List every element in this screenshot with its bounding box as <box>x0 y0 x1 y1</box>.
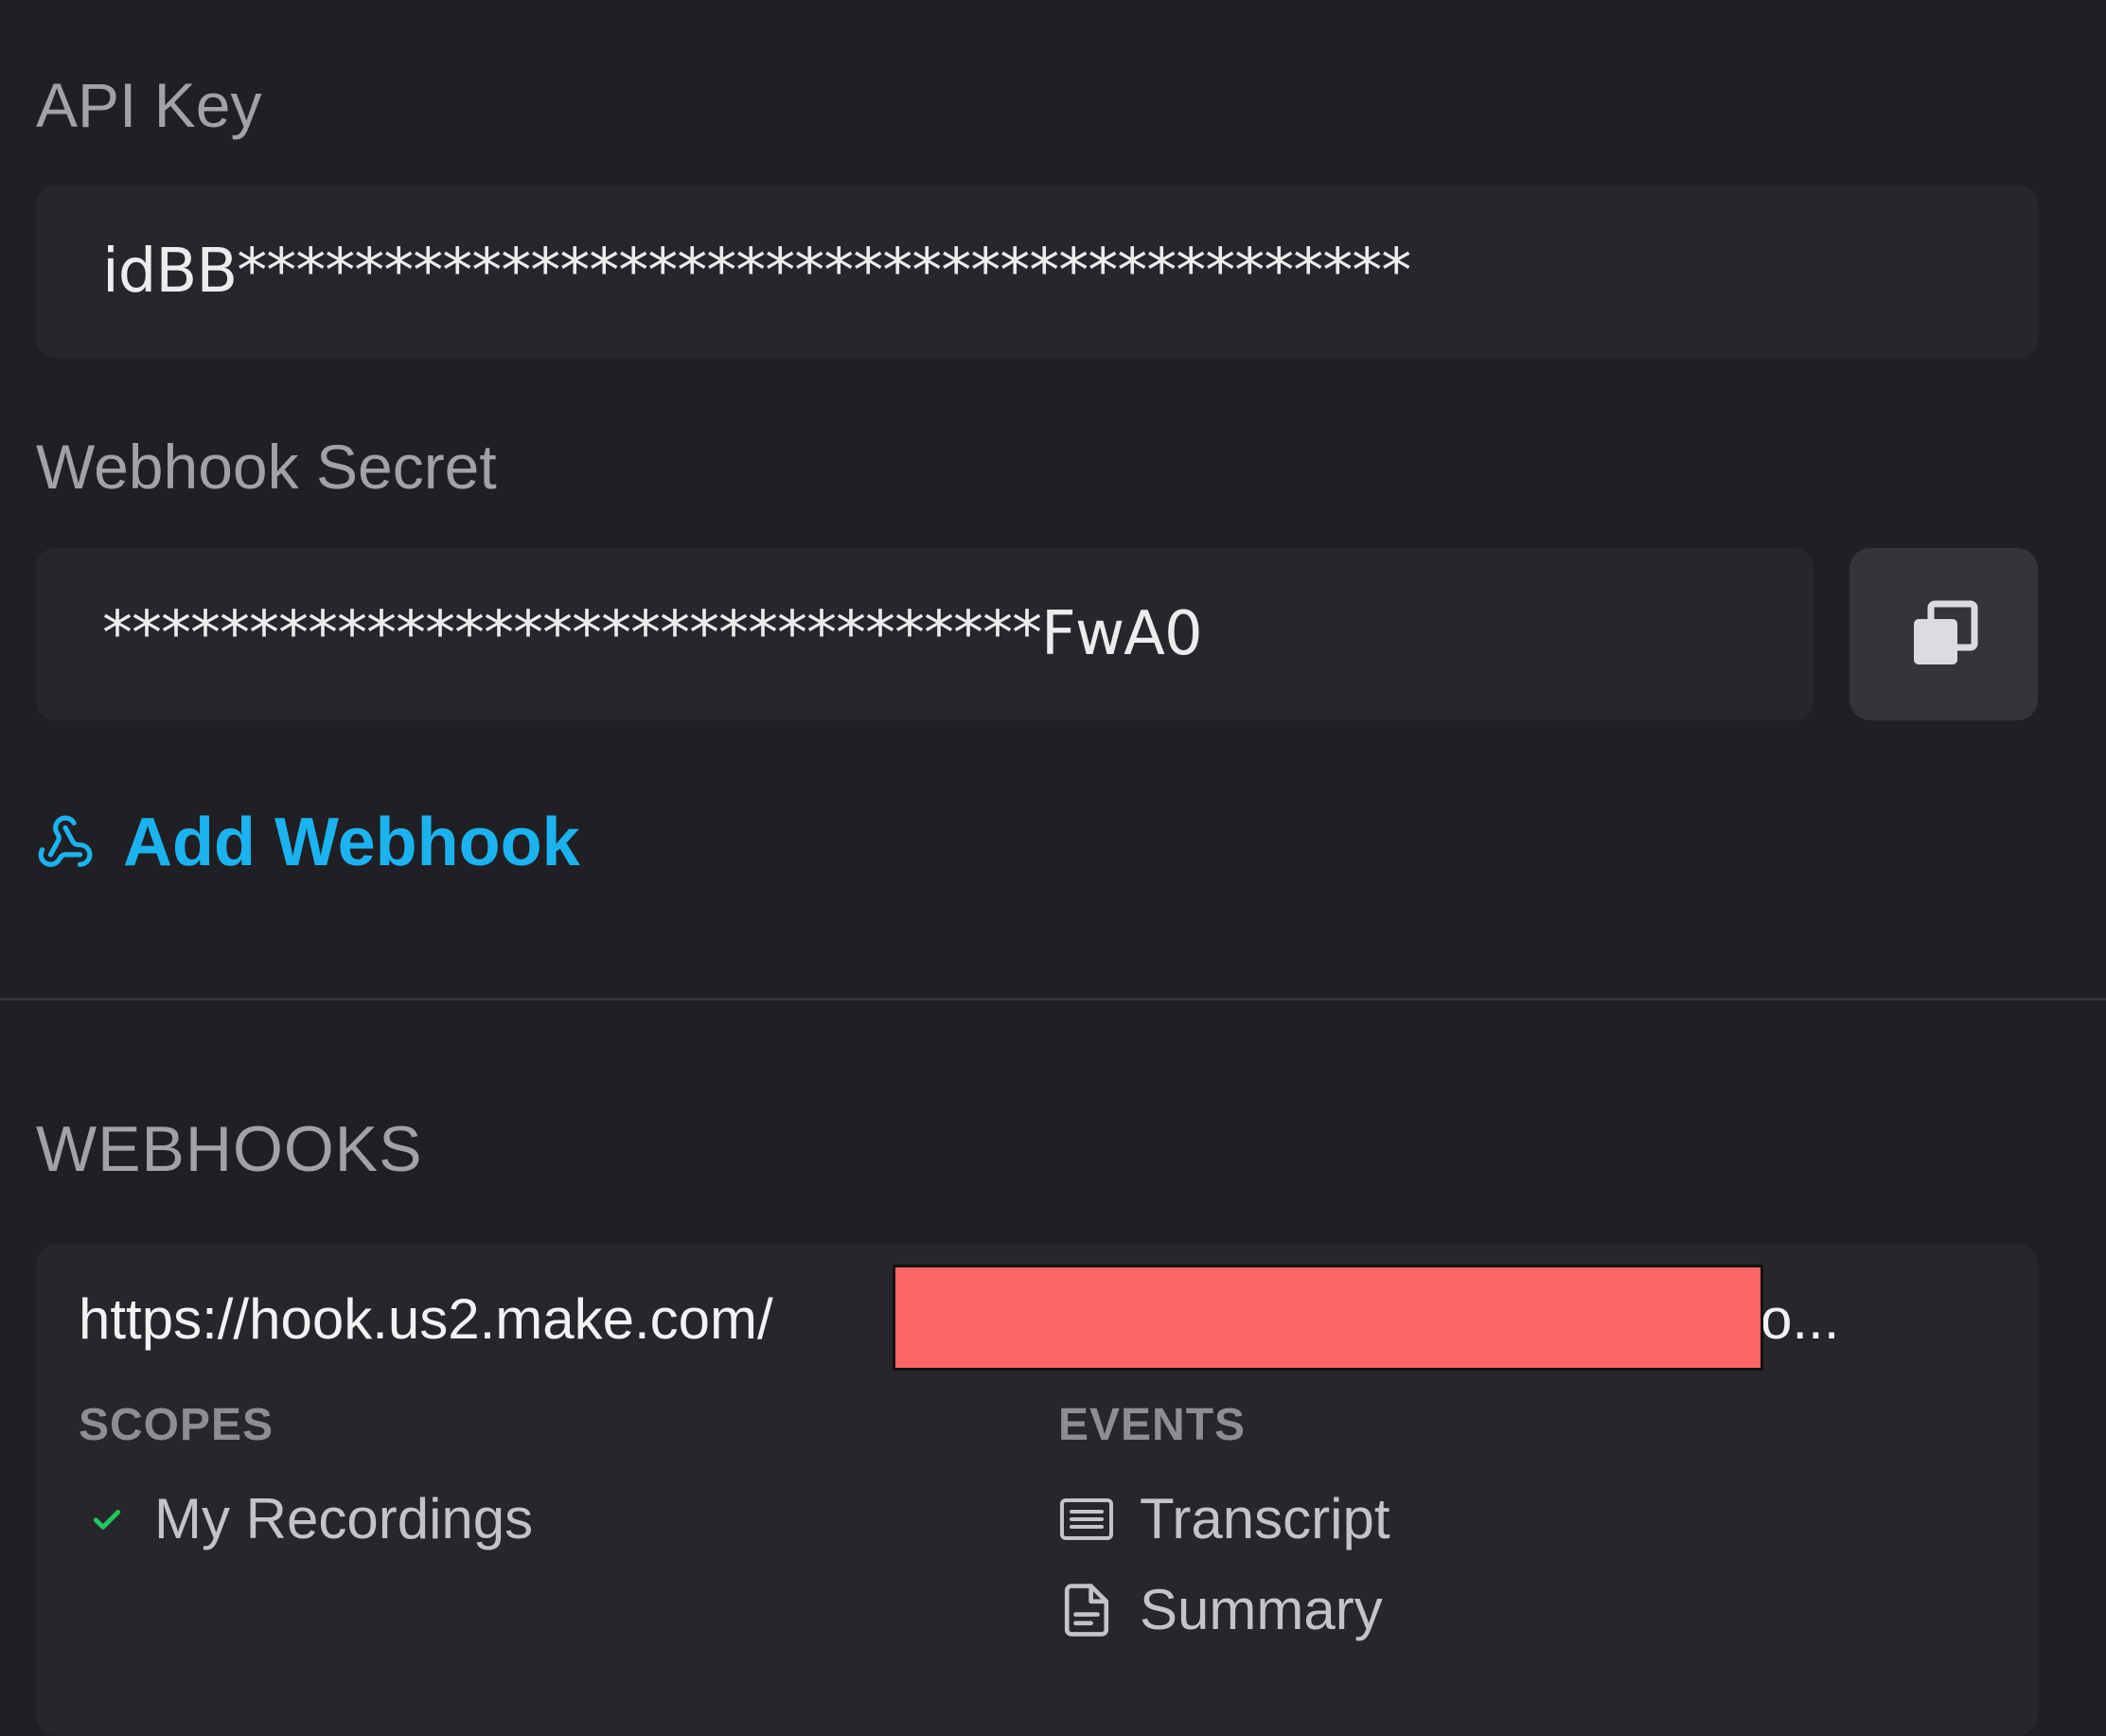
event-item: Transcript <box>1058 1488 1390 1550</box>
event-item: Summary <box>1062 1579 1383 1641</box>
events-header: EVENTS <box>1058 1400 1247 1450</box>
api-key-label: API Key <box>36 70 262 140</box>
copy-icon <box>1913 600 1977 664</box>
api-key-field[interactable]: idBB************************************… <box>36 186 2038 358</box>
webhook-secret-label: Webhook Secret <box>36 432 497 502</box>
check-icon <box>93 1510 121 1530</box>
scope-label: My Recordings <box>154 1487 534 1550</box>
webhooks-section-title: WEBHOOKS <box>36 1113 423 1185</box>
add-webhook-label: Add Webhook <box>123 805 580 880</box>
copy-secret-button[interactable] <box>1849 548 2038 720</box>
summary-document-icon <box>1064 1584 1109 1637</box>
section-divider <box>0 998 2106 1001</box>
scope-item: My Recordings <box>88 1488 533 1550</box>
webhook-secret-field[interactable]: ********************************FwA0 <box>36 548 1814 720</box>
webhook-icon <box>38 815 93 867</box>
event-label: Transcript <box>1140 1487 1390 1550</box>
webhook-url-tail: o... <box>1761 1287 1840 1351</box>
webhook-secret-value: ********************************FwA0 <box>102 599 1202 669</box>
api-key-value: idBB************************************… <box>102 237 1411 307</box>
add-webhook-button[interactable]: Add Webhook <box>36 805 580 880</box>
redacted-block <box>893 1265 1763 1371</box>
event-label: Summary <box>1140 1578 1383 1641</box>
webhook-url: https://hook.us2.make.com/ <box>79 1287 773 1351</box>
scopes-header: SCOPES <box>79 1400 274 1450</box>
webhook-card[interactable]: https://hook.us2.make.com/ o... SCOPES M… <box>36 1244 2038 1736</box>
transcript-icon <box>1060 1498 1113 1540</box>
